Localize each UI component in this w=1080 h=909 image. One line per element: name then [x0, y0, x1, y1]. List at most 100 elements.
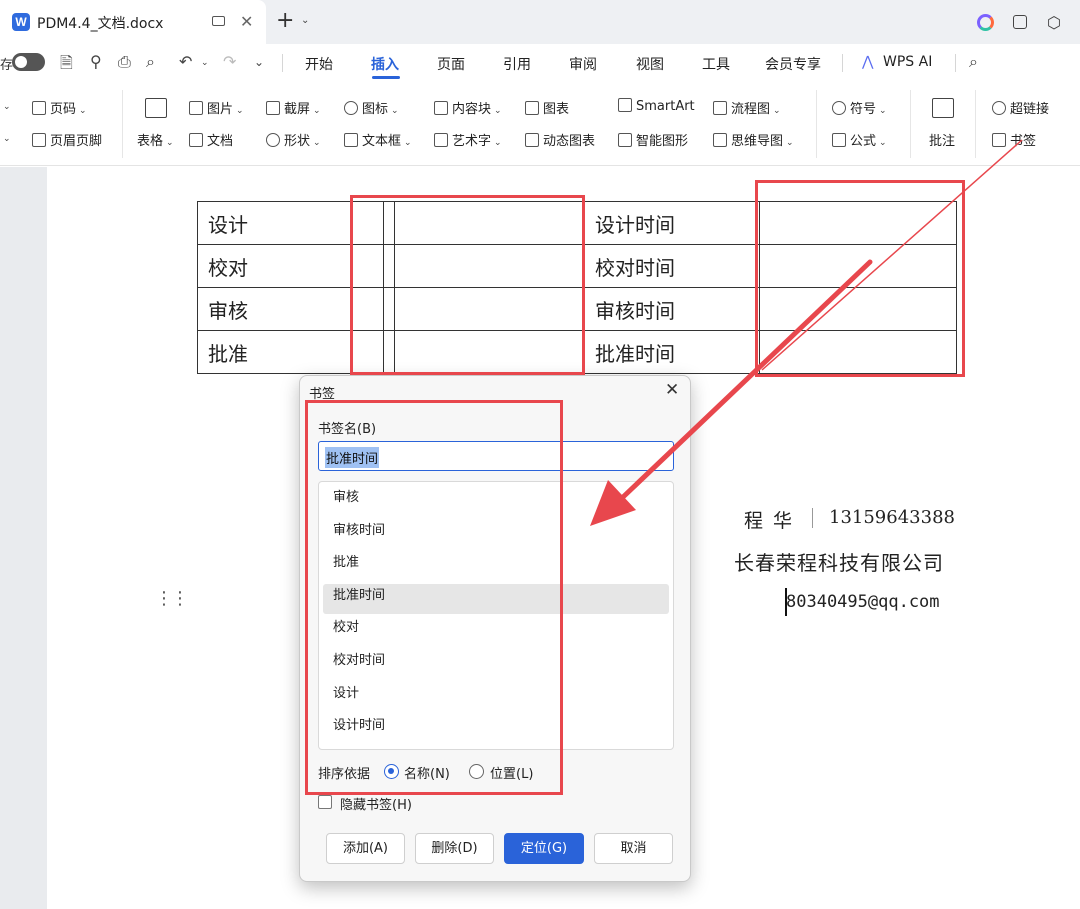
- hyperlink-button[interactable]: 超链接: [992, 98, 1049, 117]
- mindmap-button[interactable]: 思维导图 ⌄: [713, 130, 794, 149]
- tab-view[interactable]: 视图: [636, 54, 664, 74]
- more-chevron-icon[interactable]: ⌄: [254, 55, 264, 69]
- ribbon-toolbar: ⌄ ⌄ 页码 ⌄ 页眉页脚 表格 ⌄ 图片 ⌄ 文档 截屏 ⌄ 形状 ⌄ 图标 ⌄ 文本框 ⌄…: [0, 82, 1080, 166]
- ribbon-partial-bottom[interactable]: ⌄: [0, 130, 11, 145]
- comment-button[interactable]: 批注: [929, 130, 955, 149]
- bookmark-icon: [992, 133, 1006, 147]
- annotation-box-table-middle: [350, 195, 585, 375]
- omega-icon: [832, 101, 846, 115]
- dynamic-chart-icon: [525, 133, 539, 147]
- screenshot-button[interactable]: 截屏 ⌄: [266, 98, 321, 117]
- search-icon[interactable]: ⌕: [969, 52, 978, 72]
- close-tab-icon[interactable]: ✕: [240, 12, 253, 31]
- locate-button[interactable]: 定位(G): [504, 833, 584, 864]
- ribbon-divider: [975, 90, 976, 158]
- annotation-box-dialog-list: [305, 400, 563, 795]
- left-gutter: [0, 167, 47, 909]
- textbox-icon: [344, 133, 358, 147]
- cancel-button[interactable]: 取消: [594, 833, 673, 864]
- icon-library-button[interactable]: 图标 ⌄: [344, 98, 399, 117]
- undo-dropdown-icon[interactable]: ⌄: [201, 58, 209, 68]
- textbox-button[interactable]: 文本框 ⌄: [344, 130, 412, 149]
- chevron-down-icon[interactable]: ⌄: [301, 15, 309, 26]
- annotation-box-table-right: [755, 180, 965, 377]
- drag-handle-icon[interactable]: ⋮⋮: [155, 588, 189, 609]
- add-button[interactable]: 添加(A): [326, 833, 405, 864]
- document-icon: [189, 133, 203, 147]
- header-footer-button[interactable]: 页眉页脚: [32, 130, 102, 149]
- document-button[interactable]: 文档: [189, 130, 233, 149]
- contact-email: 80340495@qq.com: [786, 592, 940, 612]
- ribbon-divider: [910, 90, 911, 158]
- menu-divider: [282, 54, 283, 72]
- formula-button[interactable]: 公式 ⌄: [832, 130, 887, 149]
- icon-library-icon: [344, 101, 358, 115]
- wps-ai-icon: ⋀: [862, 54, 874, 70]
- print-preview-icon[interactable]: ⌕: [146, 52, 155, 72]
- redo-icon[interactable]: ↷: [223, 52, 236, 71]
- content-block-button[interactable]: 内容块 ⌄: [434, 98, 502, 117]
- undo-icon[interactable]: ↶: [179, 52, 192, 71]
- shape-icon: [266, 133, 280, 147]
- delete-button[interactable]: 删除(D): [415, 833, 494, 864]
- copilot-icon[interactable]: [977, 14, 994, 31]
- dynamic-chart-button[interactable]: 动态图表: [525, 130, 595, 149]
- contact-phone: 13159643388: [829, 507, 955, 528]
- active-tab-indicator: [372, 76, 400, 79]
- table-icon[interactable]: [145, 98, 167, 118]
- tab-wps-ai[interactable]: WPS AI: [883, 54, 932, 70]
- header-footer-icon: [32, 133, 46, 147]
- cube-icon[interactable]: ⬡: [1047, 13, 1061, 32]
- window-icon[interactable]: [1013, 15, 1027, 29]
- close-icon[interactable]: ✕: [665, 380, 679, 400]
- autosave-toggle[interactable]: [12, 53, 45, 71]
- time-label-cell[interactable]: 审核时间: [583, 287, 761, 331]
- contact-divider: [812, 508, 813, 528]
- contact-name: 程 华: [744, 510, 795, 532]
- tab-review[interactable]: 审阅: [569, 54, 597, 74]
- export-icon[interactable]: ⚲: [90, 52, 102, 71]
- time-label-cell[interactable]: 校对时间: [583, 244, 761, 288]
- shape-button[interactable]: 形状 ⌄: [266, 130, 321, 149]
- title-bar: W PDM4.4_文档.docx ✕ + ⌄ ⬡: [0, 0, 1080, 44]
- time-label-cell[interactable]: 批准时间: [583, 330, 761, 374]
- print-icon[interactable]: ⎙: [118, 52, 131, 72]
- comment-icon[interactable]: [932, 98, 954, 118]
- ribbon-partial-top[interactable]: ⌄: [0, 98, 11, 113]
- hide-bookmarks-checkbox[interactable]: [318, 795, 332, 809]
- chart-button[interactable]: 图表: [525, 98, 569, 117]
- page-number-icon: [32, 101, 46, 115]
- tab-home[interactable]: 开始: [305, 54, 333, 74]
- tab-member[interactable]: 会员专享: [765, 54, 821, 74]
- hide-bookmarks-label[interactable]: 隐藏书签(H): [340, 794, 412, 813]
- tab-tools[interactable]: 工具: [702, 54, 730, 74]
- ribbon-divider: [816, 90, 817, 158]
- menu-divider: [842, 54, 843, 72]
- smart-shape-icon: [618, 133, 632, 147]
- smart-shape-button[interactable]: 智能图形: [618, 130, 688, 149]
- picture-button[interactable]: 图片 ⌄: [189, 98, 244, 117]
- smartart-icon: [618, 98, 632, 112]
- picture-icon: [189, 101, 203, 115]
- new-tab-icon[interactable]: +: [276, 8, 294, 33]
- monitor-icon[interactable]: [212, 16, 225, 26]
- formula-icon: [832, 133, 846, 147]
- art-text-button[interactable]: 艺术字 ⌄: [434, 130, 502, 149]
- tab-references[interactable]: 引用: [503, 54, 531, 74]
- wps-writer-logo-icon: W: [12, 13, 30, 31]
- symbol-button[interactable]: 符号 ⌄: [832, 98, 887, 117]
- time-label-cell[interactable]: 设计时间: [583, 201, 761, 245]
- save-icon[interactable]: 🗎: [60, 52, 73, 79]
- mindmap-icon: [713, 133, 727, 147]
- smartart-button[interactable]: SmartArt: [618, 98, 695, 114]
- tab-page[interactable]: 页面: [437, 54, 465, 74]
- flowchart-button[interactable]: 流程图 ⌄: [713, 98, 781, 117]
- flowchart-icon: [713, 101, 727, 115]
- bookmark-button[interactable]: 书签: [992, 130, 1036, 149]
- menu-bar: 存 🗎 ⚲ ⎙ ⌕ ↶ ⌄ ↷ ⌄ 开始 插入 页面 引用 审阅 视图 工具 会…: [0, 44, 1080, 82]
- table-button[interactable]: 表格 ⌄: [137, 130, 174, 149]
- ribbon-divider: [122, 90, 123, 158]
- document-tab[interactable]: W PDM4.4_文档.docx ✕: [0, 0, 266, 44]
- tab-insert[interactable]: 插入: [371, 54, 399, 74]
- page-number-button[interactable]: 页码 ⌄: [32, 98, 87, 117]
